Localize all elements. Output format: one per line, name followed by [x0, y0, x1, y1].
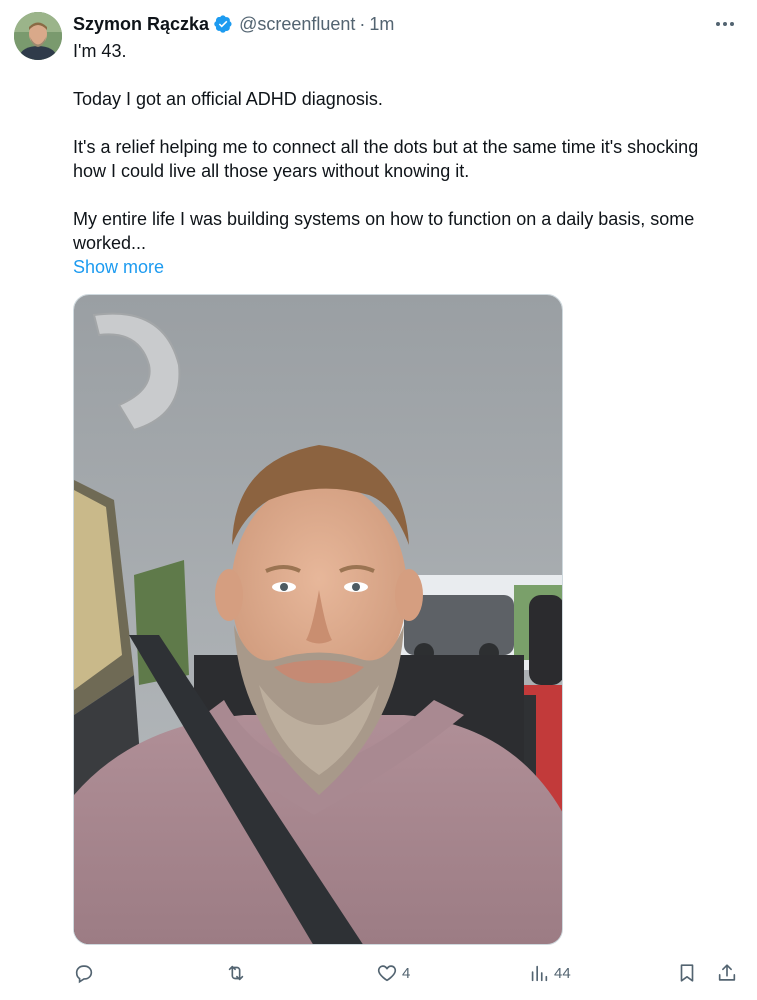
verified-badge-icon[interactable] [213, 14, 233, 34]
more-icon [716, 22, 734, 26]
tweet-paragraph: I'm 43. [73, 41, 127, 61]
heart-icon [377, 965, 397, 982]
share-icon [718, 964, 736, 981]
tweet-header: Szymon Rączka @screenfluent · 1m [73, 12, 394, 36]
timestamp[interactable]: 1m [369, 12, 394, 36]
tweet-photo[interactable] [73, 294, 563, 945]
bookmark-icon [680, 964, 694, 982]
author-name[interactable]: Szymon Rączka [73, 12, 209, 36]
show-more-link[interactable]: Show more [73, 255, 164, 279]
views-button[interactable]: 44 [528, 958, 571, 988]
share-button[interactable] [716, 958, 738, 988]
views-icon [531, 965, 548, 982]
selfie-photo [74, 295, 562, 944]
reply-icon [75, 965, 93, 984]
repost-button[interactable] [225, 958, 251, 988]
author-handle[interactable]: @screenfluent [239, 12, 355, 36]
tweet-text: I'm 43. Today I got an official ADHD dia… [73, 39, 733, 255]
repost-icon [228, 965, 244, 981]
bookmark-button[interactable] [676, 958, 698, 988]
like-button[interactable]: 4 [376, 958, 410, 988]
more-options-button[interactable] [713, 12, 737, 36]
like-count: 4 [402, 964, 411, 982]
reply-button[interactable] [73, 958, 99, 988]
avatar[interactable] [14, 12, 62, 60]
tweet: Szymon Rączka @screenfluent · 1m I'm 43.… [0, 0, 757, 1000]
avatar-image [14, 12, 62, 60]
tweet-paragraph: My entire life I was building systems on… [73, 209, 695, 253]
tweet-paragraph: Today I got an official ADHD diagnosis. [73, 89, 383, 109]
tweet-paragraph: It's a relief helping me to connect all … [73, 137, 699, 181]
separator-dot: · [359, 14, 366, 34]
action-bar: 4 44 [73, 958, 743, 988]
views-count: 44 [554, 964, 571, 982]
